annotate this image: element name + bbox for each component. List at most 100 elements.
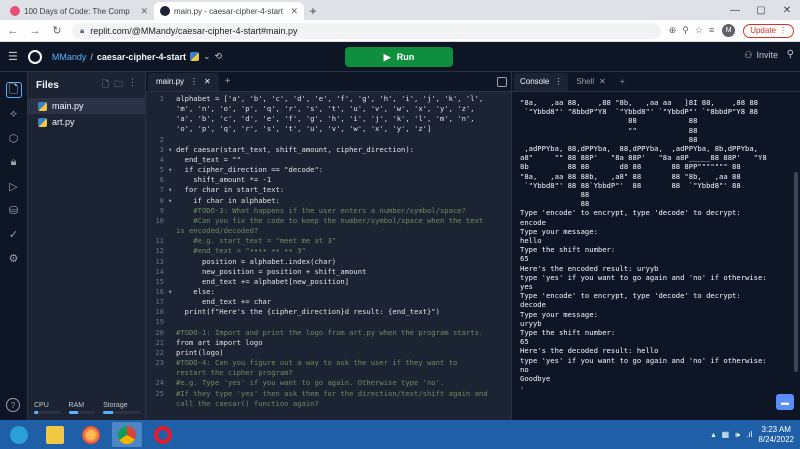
- wifi-icon[interactable]: .ıl: [746, 430, 752, 439]
- history-icon[interactable]: ⟲: [215, 51, 223, 62]
- code-line[interactable]: 19: [146, 317, 511, 327]
- add-tab-button[interactable]: +: [614, 73, 631, 91]
- code-line[interactable]: 21 from art import logo: [146, 338, 511, 348]
- tab-menu-icon[interactable]: ⋮: [190, 77, 198, 86]
- packages-icon[interactable]: ⬡: [6, 130, 22, 146]
- close-window-icon[interactable]: ✕: [774, 0, 800, 20]
- chevron-down-icon[interactable]: ⌄: [203, 51, 211, 62]
- code-line[interactable]: 11 #e.g. start_text = "meet me at 3": [146, 236, 511, 246]
- run-button[interactable]: ▶ Run: [345, 47, 453, 67]
- close-tab-icon[interactable]: ✕: [599, 77, 606, 86]
- code-line[interactable]: 1 alphabet = ['a', 'b', 'c', 'd', 'e', 'f…: [146, 94, 511, 104]
- code-line[interactable]: call the caesar() function again?: [146, 399, 511, 409]
- new-folder-icon[interactable]: 🗀︎: [114, 77, 123, 93]
- code-line[interactable]: 'o', 'p', 'q', 'r', 's', 't', 'u', 'v', …: [146, 124, 511, 134]
- back-icon[interactable]: ←: [6, 25, 20, 37]
- menu-icon[interactable]: ☰: [8, 50, 18, 63]
- code-line[interactable]: 'm', 'n', 'o', 'p', 'q', 'r', 's', 't', …: [146, 104, 511, 114]
- tab-main-py[interactable]: main.py ⋮ ✕: [148, 72, 219, 91]
- code-line[interactable]: 3 ▾ def caesar(start_text, shift_amount, c…: [146, 145, 511, 155]
- chat-icon[interactable]: ▬: [776, 394, 794, 410]
- close-tab-icon[interactable]: ✕: [140, 6, 148, 17]
- code-line[interactable]: 4 end_text = "": [146, 155, 511, 165]
- code-line[interactable]: is encoded/decoded?: [146, 226, 511, 236]
- code-line[interactable]: 10 #Can you fix the code to keep the num…: [146, 216, 511, 226]
- tab-menu-icon[interactable]: ⋮: [554, 77, 562, 86]
- volume-icon[interactable]: 🕪︎: [735, 430, 740, 440]
- fold-chevron-icon[interactable]: ▾: [168, 165, 176, 175]
- code-area[interactable]: 1 alphabet = ['a', 'b', 'c', 'd', 'e', 'f…: [146, 94, 511, 420]
- code-line[interactable]: restart the cipher program?: [146, 368, 511, 378]
- code-line[interactable]: 14 new_position = position + shift_amoun…: [146, 267, 511, 277]
- code-line[interactable]: 24 #e.g. Type 'yes' if you want to go aga…: [146, 378, 511, 388]
- code-line[interactable]: 22 print(logo): [146, 348, 511, 358]
- code-line[interactable]: 18 print(f"Here's the {cipher_direction}…: [146, 307, 511, 317]
- explorer-taskbar-button[interactable]: [40, 422, 70, 447]
- profile-avatar[interactable]: M: [722, 24, 736, 37]
- browser-tab-main-py[interactable]: main.py - caesar-cipher-4-start ✕: [154, 2, 304, 20]
- firefox-taskbar-button[interactable]: [76, 422, 106, 447]
- console-scrollbar[interactable]: [794, 172, 798, 372]
- code-line[interactable]: 'a', 'b', 'c', 'd', 'e', 'f', 'g', 'h', …: [146, 114, 511, 124]
- console-output[interactable]: "8a, ,aa 88, ,88 "8b, ,aa aa ]8I 88, ,88…: [520, 98, 790, 420]
- breadcrumb-repo[interactable]: caesar-cipher-4-start: [97, 52, 186, 62]
- tab-console[interactable]: Console ⋮: [514, 72, 569, 91]
- console-prompt[interactable]: ›: [520, 383, 790, 392]
- reading-list-icon[interactable]: ≡: [709, 25, 714, 36]
- more-options-icon[interactable]: ⋮: [128, 77, 137, 93]
- code-line[interactable]: 9 #TODO-3: What happens if the user ente…: [146, 206, 511, 216]
- help-icon[interactable]: ?: [6, 398, 20, 412]
- minimize-icon[interactable]: —: [722, 0, 748, 20]
- maximize-icon[interactable]: ▢: [748, 0, 774, 20]
- file-item-art-py[interactable]: art.py: [28, 114, 145, 130]
- url-input[interactable]: 🔒︎ replit.com/@MMandy/caesar-cipher-4-st…: [72, 22, 661, 39]
- tab-shell[interactable]: Shell ✕: [570, 73, 612, 91]
- code-line[interactable]: 6 shift_amount *= -1: [146, 175, 511, 185]
- code-line[interactable]: 13 position = alphabet.index(char): [146, 257, 511, 267]
- breadcrumb-user[interactable]: MMandy: [52, 52, 87, 62]
- clock[interactable]: 3:23 AM 8/24/2022: [758, 425, 794, 445]
- code-line[interactable]: 12 #end_text = "•••• •• •• 3": [146, 246, 511, 256]
- file-item-main-py[interactable]: main.py: [28, 98, 145, 114]
- code-line[interactable]: 17 end_text += char: [146, 297, 511, 307]
- close-tab-icon[interactable]: ✕: [204, 77, 211, 86]
- code-line[interactable]: 23 #TODO-4: Can you figure out a way to a…: [146, 358, 511, 368]
- code-line[interactable]: 20 #TODO-1: Import and print the logo fro…: [146, 328, 511, 338]
- opera-taskbar-button[interactable]: [148, 422, 178, 447]
- chrome-taskbar-button[interactable]: [112, 422, 142, 447]
- new-file-icon[interactable]: 🗋︎: [102, 77, 109, 93]
- markdown-preview-icon[interactable]: [497, 77, 507, 87]
- secrets-lock-icon[interactable]: 🔒︎: [6, 154, 22, 170]
- bookmark-star-icon[interactable]: ☆: [695, 25, 703, 36]
- resource-usage[interactable]: CPU RAM Storage: [34, 402, 142, 414]
- code-line[interactable]: 5 ▾ if cipher_direction == "decode":: [146, 165, 511, 175]
- code-line[interactable]: 7 ▾ for char in start_text:: [146, 185, 511, 195]
- tray-expand-icon[interactable]: ▴: [712, 430, 716, 439]
- reload-icon[interactable]: ↻: [50, 24, 64, 37]
- code-line[interactable]: 25 #If they type 'yes' then ask them for …: [146, 389, 511, 399]
- code-line[interactable]: 2: [146, 135, 511, 145]
- replit-logo-icon[interactable]: [27, 49, 42, 64]
- fold-chevron-icon[interactable]: ▾: [168, 185, 176, 195]
- files-icon[interactable]: 🗋︎: [5, 82, 22, 98]
- check-icon[interactable]: ✓: [6, 226, 22, 242]
- code-line[interactable]: 15 end_text += alphabet[new_position]: [146, 277, 511, 287]
- code-line[interactable]: 16 ▾ else:: [146, 287, 511, 297]
- update-button[interactable]: Update ⋮: [743, 23, 794, 38]
- new-tab-button[interactable]: +: [304, 2, 322, 20]
- fold-chevron-icon[interactable]: ▾: [168, 196, 176, 206]
- share-icon[interactable]: ⟡: [6, 106, 22, 122]
- close-tab-icon[interactable]: ✕: [290, 6, 298, 17]
- settings-gear-icon[interactable]: ⚙: [6, 250, 22, 266]
- network-icon[interactable]: ▦: [722, 430, 730, 439]
- shell-icon[interactable]: ▷: [6, 178, 22, 194]
- add-tab-button[interactable]: +: [221, 76, 235, 87]
- database-icon[interactable]: ⛁: [6, 202, 22, 218]
- code-line[interactable]: 8 ▾ if char in alphabet:: [146, 196, 511, 206]
- search-icon[interactable]: ⚲: [787, 49, 794, 60]
- browser-tab-100-days[interactable]: 100 Days of Code: The Comp ✕: [4, 2, 154, 20]
- invite-button[interactable]: ⚇ Invite: [744, 50, 778, 61]
- fold-chevron-icon[interactable]: ▾: [168, 287, 176, 297]
- zoom-icon[interactable]: ⚲: [682, 25, 689, 36]
- site-info-icon[interactable]: ⊕: [669, 25, 677, 36]
